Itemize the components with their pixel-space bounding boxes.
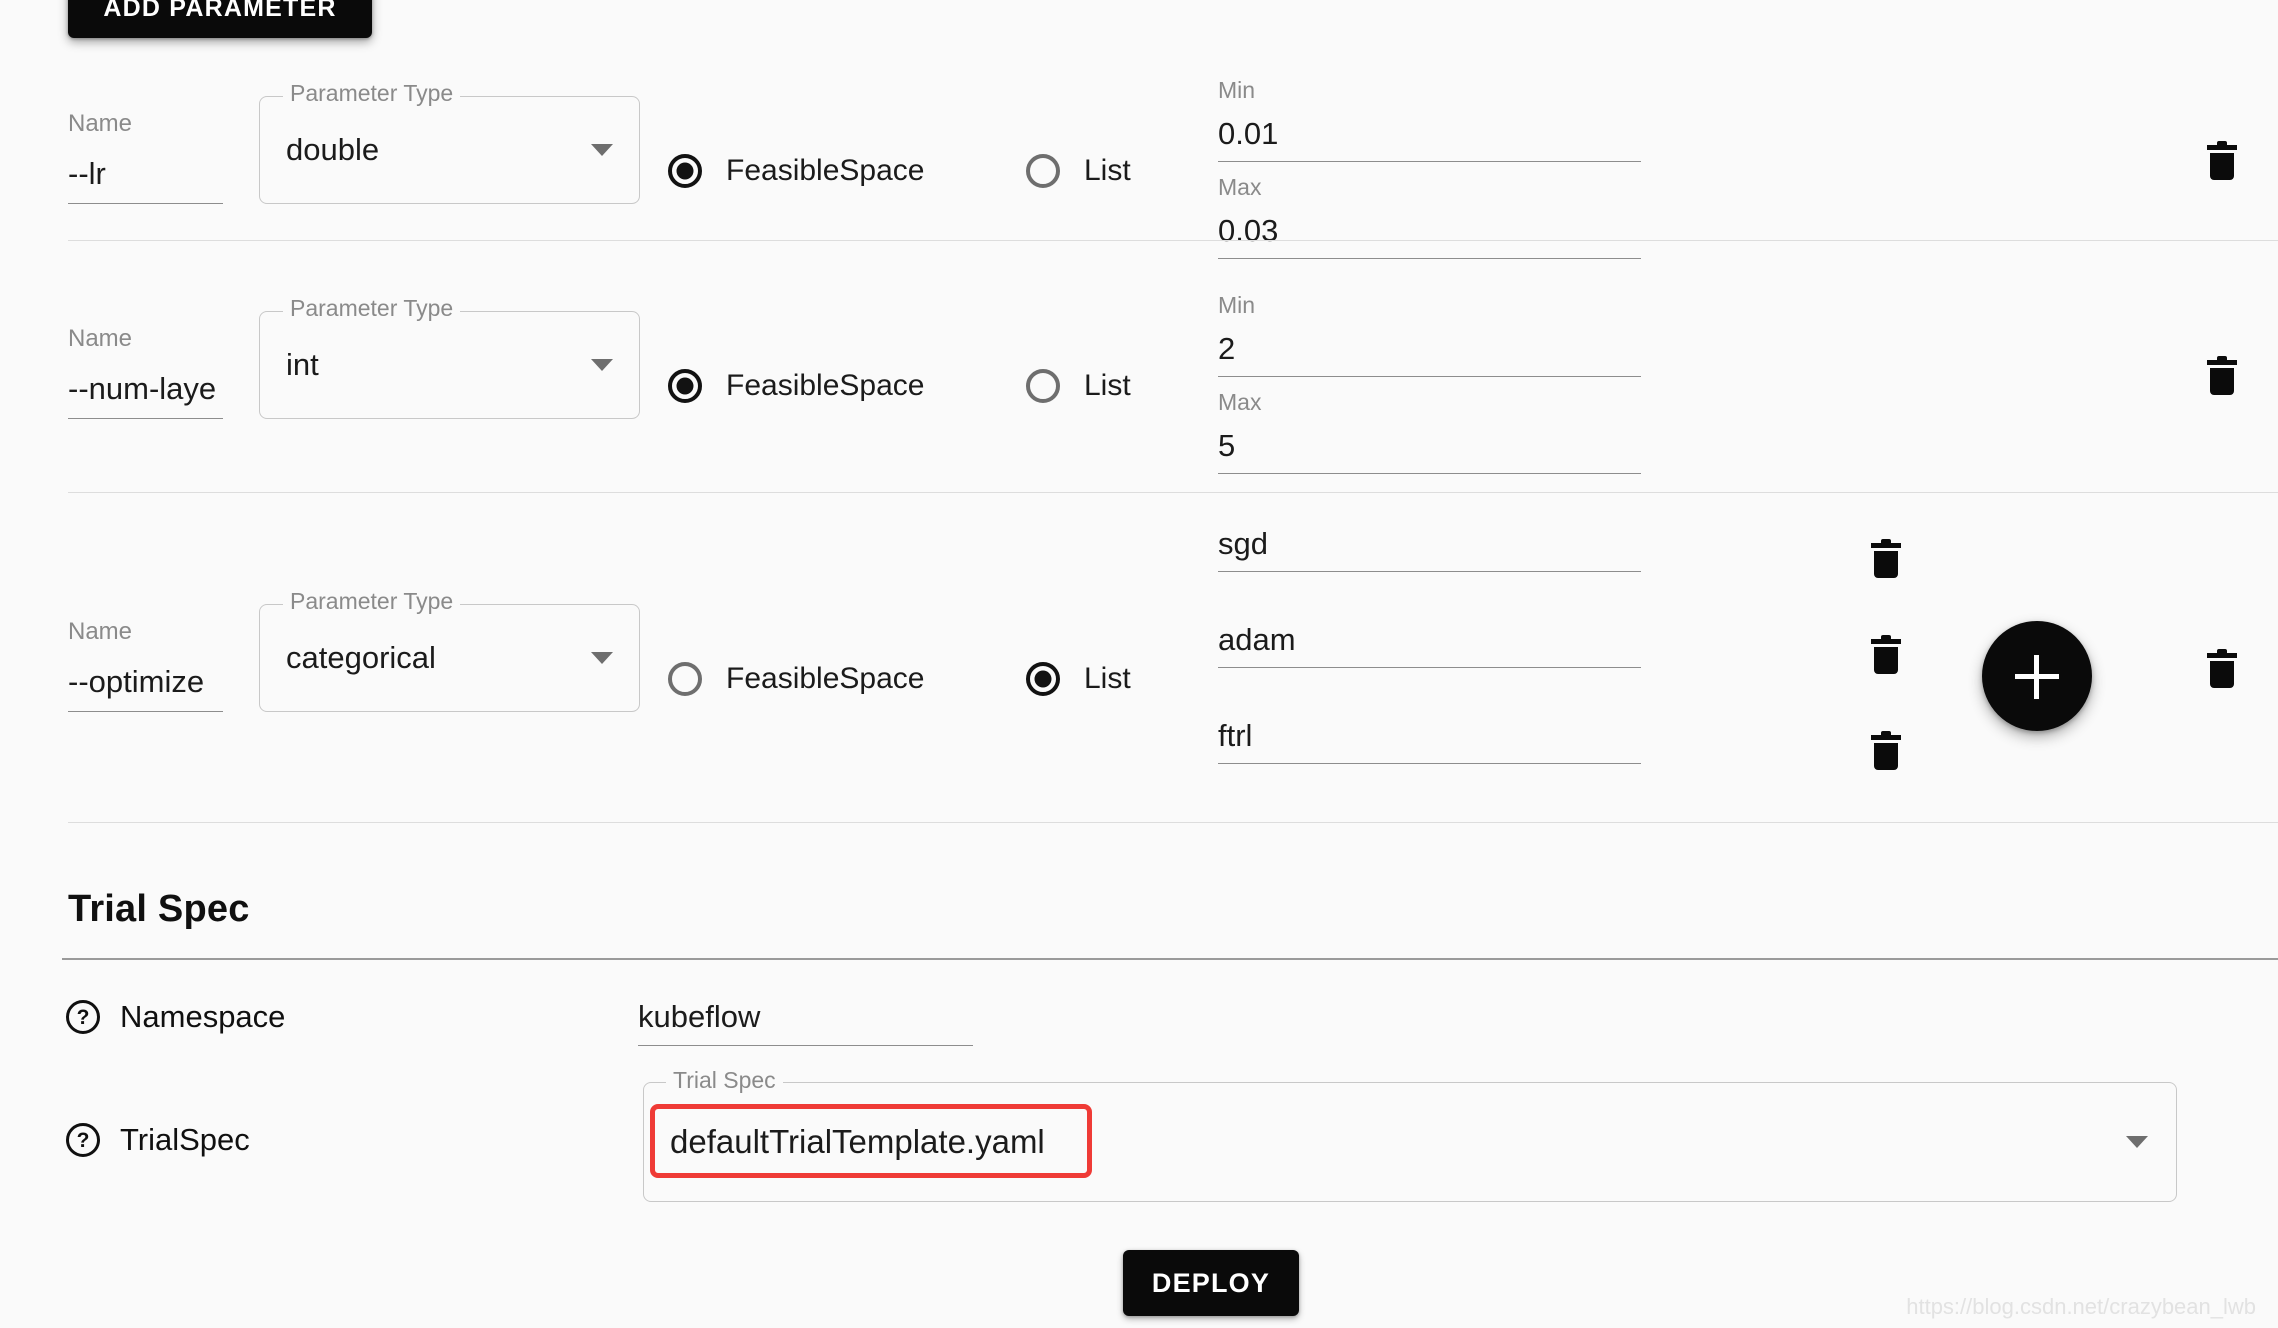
trash-icon [1874,647,1898,674]
chevron-down-icon [591,359,613,371]
radio-feasiblespace[interactable]: FeasibleSpace [668,369,924,403]
parameter-name-field: Name [68,327,223,419]
radio-indicator [668,662,702,696]
parameter-row: Name Parameter Type int FeasibleSpace Li… [0,241,2278,493]
radio-indicator [1026,369,1060,403]
trash-icon [2210,661,2234,688]
max-field: Max [1218,391,1641,474]
list-value-input[interactable] [1218,718,1641,764]
radio-indicator [1026,154,1060,188]
max-label: Max [1218,174,1262,200]
namespace-label: Namespace [120,999,286,1034]
parameter-type-select[interactable]: Parameter Type int [259,297,640,419]
add-list-value-fab[interactable] [1982,621,2092,731]
max-input[interactable] [1218,428,1641,474]
trialspec-legend: Trial Spec [666,1069,783,1092]
radio-indicator [668,369,702,403]
parameter-type-legend: Parameter Type [283,590,461,613]
parameter-type-select[interactable]: Parameter Type categorical [259,590,640,712]
delete-list-value-button[interactable] [1871,731,1901,771]
parameter-name-input[interactable] [68,664,223,712]
radio-list-label: List [1084,662,1131,695]
chevron-down-icon [2126,1136,2148,1148]
min-label: Min [1218,292,1256,318]
help-icon-namespace[interactable]: ? [66,1000,100,1034]
radio-indicator [668,154,702,188]
min-label: Min [1218,77,1256,103]
radio-list[interactable]: List [1026,369,1131,403]
min-input[interactable] [1218,331,1641,377]
parameter-type-legend: Parameter Type [283,82,461,105]
trialspec-value: defaultTrialTemplate.yaml [670,1123,1045,1160]
name-label: Name [68,110,133,137]
parameter-name-input[interactable] [68,371,223,419]
min-field: Min [1218,79,1641,162]
trash-icon [2207,145,2237,150]
radio-indicator [1026,662,1060,696]
section-divider [62,958,2278,960]
parameter-type-legend: Parameter Type [283,297,461,320]
trash-icon [1871,543,1901,548]
trial-spec-section-title: Trial Spec [68,888,250,930]
parameter-type-select[interactable]: Parameter Type double [259,82,640,204]
radio-feasiblespace-label: FeasibleSpace [726,154,925,187]
trialspec-label: TrialSpec [120,1122,250,1157]
help-icon-trialspec[interactable]: ? [66,1123,100,1157]
watermark: https://blog.csdn.net/crazybean_lwb [1906,1294,2256,1319]
radio-feasiblespace[interactable]: FeasibleSpace [668,154,924,188]
deploy-button[interactable]: DEPLOY [1123,1250,1299,1316]
list-value-input[interactable] [1218,526,1641,572]
radio-feasiblespace[interactable]: FeasibleSpace [668,662,924,696]
trash-icon [1874,551,1898,578]
radio-list[interactable]: List [1026,154,1131,188]
trialspec-select[interactable]: Trial Spec defaultTrialTemplate.yaml [643,1069,2177,1202]
radio-feasiblespace-label: FeasibleSpace [726,662,925,695]
radio-list-label: List [1084,154,1131,187]
trash-icon [2210,153,2234,180]
max-label: Max [1218,389,1262,415]
delete-parameter-button[interactable] [2207,141,2237,181]
namespace-input[interactable] [638,999,973,1046]
delete-parameter-button[interactable] [2207,649,2237,689]
trash-icon [1874,743,1898,770]
name-label: Name [68,325,133,352]
list-value-input[interactable] [1218,622,1641,668]
min-input[interactable] [1218,116,1641,162]
parameter-row: Name Parameter Type categorical Feasible… [0,493,2278,823]
chevron-down-icon [591,144,613,156]
radio-list-label: List [1084,369,1131,402]
delete-parameter-button[interactable] [2207,356,2237,396]
delete-list-value-button[interactable] [1871,635,1901,675]
min-field: Min [1218,294,1641,377]
row-divider [68,822,2278,823]
trash-icon [1871,639,1901,644]
radio-feasiblespace-label: FeasibleSpace [726,369,925,402]
chevron-down-icon [591,652,613,664]
delete-list-value-button[interactable] [1871,539,1901,579]
parameter-name-input[interactable] [68,156,223,204]
parameter-name-field: Name [68,112,223,204]
parameter-type-value: int [286,347,319,382]
trash-icon [2210,368,2234,395]
radio-list[interactable]: List [1026,662,1131,696]
parameter-type-value: double [286,132,380,167]
parameter-row: Name Parameter Type double FeasibleSpace… [0,26,2278,259]
trash-icon [2207,360,2237,365]
trash-icon [1871,735,1901,740]
parameter-type-value: categorical [286,640,436,675]
parameter-name-field: Name [68,620,223,712]
katib-experiment-form: ADD PARAMETER Name Parameter Type double… [0,0,2278,1328]
trash-icon [2207,653,2237,658]
name-label: Name [68,618,133,645]
plus-icon [2034,655,2039,699]
